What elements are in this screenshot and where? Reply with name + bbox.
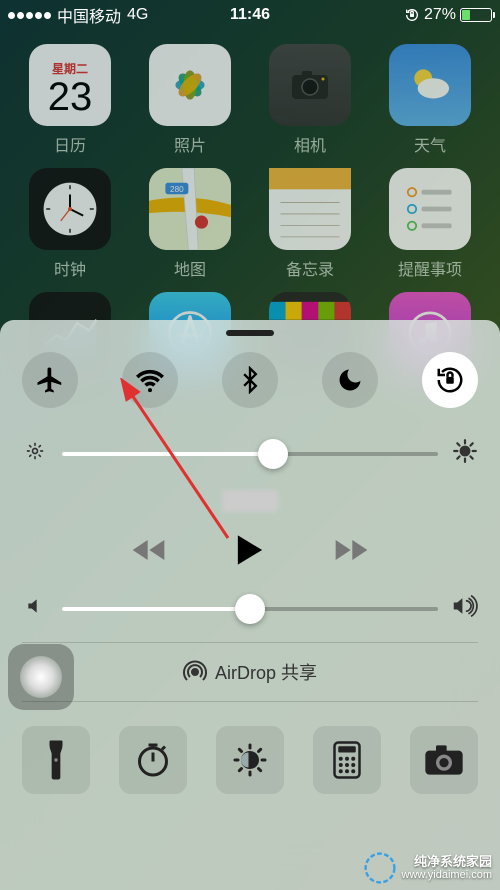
app-label: 备忘录 bbox=[286, 256, 334, 280]
app-label: 地图 bbox=[174, 256, 206, 280]
app-label: 时钟 bbox=[54, 256, 86, 280]
wifi-icon bbox=[135, 365, 165, 395]
flashlight-icon bbox=[43, 740, 69, 780]
dnd-toggle[interactable] bbox=[322, 352, 378, 408]
media-controls bbox=[22, 533, 478, 567]
assistive-touch-icon bbox=[20, 656, 62, 698]
clock-label: 11:46 bbox=[230, 6, 270, 23]
battery-pct: 27% bbox=[424, 6, 456, 24]
timer-icon bbox=[135, 742, 171, 778]
app-photos[interactable]: 照片 bbox=[140, 44, 240, 156]
slider-thumb[interactable] bbox=[235, 594, 265, 624]
camera-icon bbox=[269, 44, 351, 126]
moon-icon bbox=[336, 366, 364, 394]
carrier-label: 中国移动 bbox=[57, 3, 121, 27]
weather-icon bbox=[389, 44, 471, 126]
svg-text:280: 280 bbox=[170, 185, 184, 194]
status-bar: 中国移动 4G 11:46 27% bbox=[0, 0, 500, 30]
app-camera[interactable]: 相机 bbox=[260, 44, 360, 156]
app-reminders[interactable]: 提醒事项 bbox=[380, 168, 480, 280]
bluetooth-icon bbox=[236, 366, 264, 394]
flashlight-button[interactable] bbox=[22, 726, 90, 794]
orientation-lock-toggle[interactable] bbox=[422, 352, 478, 408]
app-label: 相机 bbox=[294, 132, 326, 156]
photos-icon bbox=[149, 44, 231, 126]
slider-thumb[interactable] bbox=[258, 439, 288, 469]
app-calendar[interactable]: 星期二 23 日历 bbox=[20, 44, 120, 156]
lock-rotate-icon bbox=[435, 365, 465, 395]
watermark: 纯净系统家园 www.yidaimei.com bbox=[364, 852, 492, 884]
prev-track-button[interactable] bbox=[131, 535, 171, 565]
clock-icon bbox=[29, 168, 111, 250]
calculator-button[interactable] bbox=[313, 726, 381, 794]
volume-low-icon bbox=[22, 596, 48, 621]
app-maps[interactable]: 280 地图 bbox=[140, 168, 240, 280]
app-label: 日历 bbox=[54, 132, 86, 156]
nightshift-button[interactable] bbox=[216, 726, 284, 794]
watermark-logo-icon bbox=[364, 852, 396, 884]
wifi-toggle[interactable] bbox=[122, 352, 178, 408]
app-notes[interactable]: 备忘录 bbox=[260, 168, 360, 280]
brightness-high-icon bbox=[452, 438, 478, 469]
now-playing-title bbox=[22, 489, 478, 517]
airdrop-icon bbox=[183, 660, 207, 684]
control-center: AirDrop 共享 bbox=[0, 320, 500, 890]
nightshift-icon bbox=[232, 742, 268, 778]
app-label: 照片 bbox=[174, 132, 206, 156]
brightness-slider[interactable] bbox=[22, 438, 478, 469]
airdrop-button[interactable]: AirDrop 共享 bbox=[22, 642, 478, 702]
volume-slider[interactable] bbox=[22, 595, 478, 622]
watermark-brand: 纯净系统家园 bbox=[414, 854, 492, 870]
brightness-track[interactable] bbox=[62, 452, 438, 456]
orientation-lock-icon bbox=[404, 7, 420, 23]
airplane-toggle[interactable] bbox=[22, 352, 78, 408]
forward-icon bbox=[329, 535, 369, 565]
timer-button[interactable] bbox=[119, 726, 187, 794]
app-label: 天气 bbox=[414, 132, 446, 156]
app-weather[interactable]: 天气 bbox=[380, 44, 480, 156]
network-label: 4G bbox=[127, 6, 148, 24]
notes-icon bbox=[269, 168, 351, 250]
play-button[interactable] bbox=[235, 533, 265, 567]
calculator-icon bbox=[332, 741, 362, 779]
airplane-icon bbox=[35, 365, 65, 395]
camera-button[interactable] bbox=[410, 726, 478, 794]
app-clock[interactable]: 时钟 bbox=[20, 168, 120, 280]
signal-icon bbox=[8, 12, 51, 19]
quick-launch-row bbox=[22, 726, 478, 794]
maps-icon: 280 bbox=[149, 168, 231, 250]
calendar-icon: 星期二 23 bbox=[29, 44, 111, 126]
toggle-row bbox=[22, 352, 478, 408]
bluetooth-toggle[interactable] bbox=[222, 352, 278, 408]
camera-quick-icon bbox=[424, 744, 464, 776]
brightness-low-icon bbox=[22, 441, 48, 466]
assistive-touch[interactable] bbox=[8, 644, 74, 710]
volume-track[interactable] bbox=[62, 607, 438, 611]
app-label: 提醒事项 bbox=[398, 256, 462, 280]
screen: 中国移动 4G 11:46 27% 星期二 23 日历 照片 bbox=[0, 0, 500, 890]
reminders-icon bbox=[389, 168, 471, 250]
watermark-url: www.yidaimei.com bbox=[402, 869, 492, 882]
airdrop-label: AirDrop 共享 bbox=[215, 659, 317, 685]
play-icon bbox=[235, 533, 265, 567]
rewind-icon bbox=[131, 535, 171, 565]
grabber-handle[interactable] bbox=[226, 330, 274, 336]
volume-high-icon bbox=[452, 595, 478, 622]
next-track-button[interactable] bbox=[329, 535, 369, 565]
battery-icon bbox=[460, 8, 492, 22]
